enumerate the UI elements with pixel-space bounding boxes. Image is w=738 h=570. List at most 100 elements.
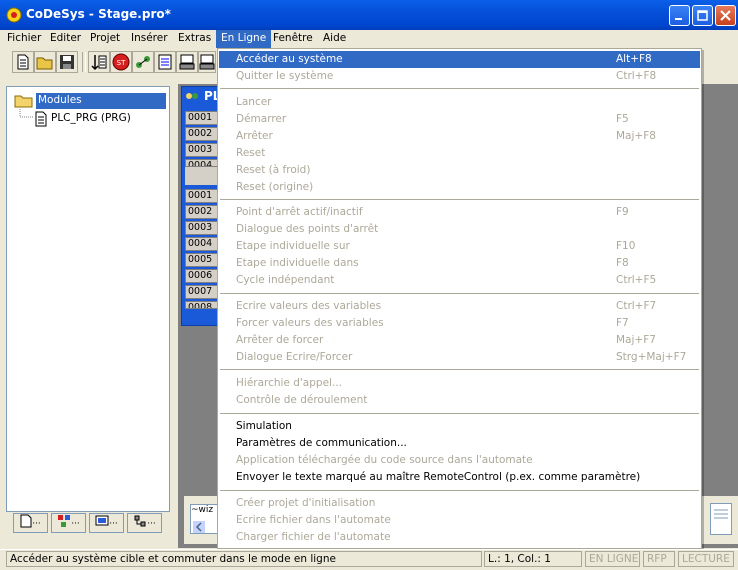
new-file-icon (17, 54, 29, 70)
menu-item-application-telechargee[interactable]: Application téléchargée du code source d… (219, 452, 700, 469)
build-button[interactable] (88, 51, 110, 73)
step-button[interactable] (154, 51, 176, 73)
menu-item-etape-individuelle-dans[interactable]: Etape individuelle dans F8 (219, 255, 700, 272)
tab-visualization[interactable]: ... (89, 513, 124, 533)
tab-datatypes-label: ... (71, 516, 80, 527)
menu-extras[interactable]: Extras (173, 30, 216, 48)
editor-splitter[interactable] (185, 167, 221, 185)
visualization-tab-icon (95, 515, 109, 526)
build-icon (91, 55, 107, 71)
menu-item-parametres-de-communication[interactable]: Paramètres de communication... (219, 435, 700, 452)
menu-item-ecrire-fichier-automate[interactable]: Ecrire fichier dans l'automate (219, 512, 700, 529)
line-number: 0004 (185, 237, 221, 251)
list-lines-icon (714, 509, 728, 519)
menu-item-charger-fichier-automate[interactable]: Charger fichier de l'automate (219, 529, 700, 546)
menu-separator (220, 490, 699, 491)
run-icon (136, 56, 150, 68)
svg-text:ST: ST (117, 59, 126, 67)
menu-item-simulation[interactable]: Simulation (219, 418, 700, 435)
menu-item-creer-projet-initialisation[interactable]: Créer projet d'initialisation (219, 495, 700, 512)
editor-window-icon (186, 93, 198, 99)
step-icon (158, 54, 172, 70)
menu-en-ligne[interactable]: En Ligne (216, 30, 272, 48)
menu-separator (220, 88, 699, 89)
logout-icon (199, 54, 215, 70)
line-number: 0004 (185, 159, 221, 167)
save-button[interactable] (56, 51, 78, 73)
menu-separator (220, 413, 699, 414)
tab-pous[interactable]: ... (13, 513, 48, 533)
line-number: 0003 (185, 143, 221, 157)
menu-item-arreter-de-forcer[interactable]: Arrêter de forcer Maj+F7 (219, 332, 700, 349)
minimize-button[interactable] (669, 5, 690, 26)
status-lecture: LECTURE (678, 551, 734, 567)
status-online: EN LIGNE (585, 551, 640, 567)
login-button[interactable] (176, 51, 198, 73)
tab-visualization-label: ... (109, 516, 118, 527)
line-number: 0002 (185, 127, 221, 141)
watch-expression-input[interactable]: ~wiz (190, 504, 220, 534)
menu-item-reset-origine[interactable]: Reset (origine) (219, 179, 700, 196)
line-number: 0002 (185, 205, 221, 219)
tree-connector (19, 109, 33, 118)
menu-fenetre[interactable]: Fenêtre (268, 30, 318, 48)
new-file-button[interactable] (12, 51, 34, 73)
pou-tab-icon (20, 514, 32, 528)
menu-projet[interactable]: Projet (85, 30, 125, 48)
menu-item-demarrer[interactable]: Démarrer F5 (219, 111, 700, 128)
line-number: 0001 (185, 111, 221, 125)
tree-node-modules-label: Modules (36, 93, 166, 109)
open-button[interactable] (34, 51, 56, 73)
menu-item-dialogue-ecrire-forcer[interactable]: Dialogue Ecrire/Forcer Strg+Maj+F7 (219, 349, 700, 366)
run-button[interactable] (132, 51, 154, 73)
scroll-left-icon[interactable] (193, 521, 205, 533)
menu-item-controle-de-deroulement[interactable]: Contrôle de déroulement (219, 392, 700, 409)
menu-item-acceder-au-systeme[interactable]: Accéder au système Alt+F8 (219, 51, 700, 68)
close-button[interactable] (715, 5, 736, 26)
stop-icon: ST (112, 53, 130, 71)
menu-item-ecrire-valeurs[interactable]: Ecrire valeurs des variables Ctrl+F7 (219, 298, 700, 315)
object-organizer-panel: Modules PLC_PRG (PRG) (6, 86, 170, 512)
plc-prg-editor-window[interactable]: PL 0001 0002 0003 0004 0001 0002 0003 00… (181, 86, 221, 326)
save-icon (60, 55, 74, 69)
menu-item-point-d-arret[interactable]: Point d'arrêt actif/inactif F9 (219, 204, 700, 221)
watch-list-scroll[interactable] (710, 503, 732, 535)
status-rfp: RFP (643, 551, 675, 567)
menu-item-arreter[interactable]: Arrêter Maj+F8 (219, 128, 700, 145)
tree-node-plc-prg-label: PLC_PRG (PRG) (51, 112, 131, 124)
status-cursor-position: L.: 1, Col.: 1 (484, 551, 582, 567)
tab-resources-label: ... (147, 516, 156, 527)
object-organizer-tabs: ... ... ... ... (13, 513, 168, 536)
menu-item-reset-a-froid[interactable]: Reset (à froid) (219, 162, 700, 179)
menu-separator (220, 369, 699, 370)
maximize-button[interactable] (692, 5, 713, 26)
menu-item-envoyer-texte-remotecontrol[interactable]: Envoyer le texte marqué au maître Remote… (219, 469, 700, 486)
tab-pous-label: ... (32, 516, 41, 527)
menu-inserer[interactable]: Insérer (126, 30, 173, 48)
menu-bar: Fichier Editer Projet Insérer Extras En … (0, 30, 738, 48)
menu-item-cycle-independant[interactable]: Cycle indépendant Ctrl+F5 (219, 272, 700, 289)
stop-button[interactable]: ST (110, 51, 132, 73)
menu-fichier[interactable]: Fichier (2, 30, 46, 48)
menu-item-forcer-valeurs[interactable]: Forcer valeurs des variables F7 (219, 315, 700, 332)
title-bar[interactable]: CoDeSys - Stage.pro* (0, 0, 738, 30)
menu-item-quitter-le-systeme[interactable]: Quitter le système Ctrl+F8 (219, 68, 700, 85)
menu-item-lancer[interactable]: Lancer (219, 94, 700, 111)
status-bar: Accéder au système cible et commuter dan… (0, 549, 738, 570)
menu-item-dialogue-points-d-arret[interactable]: Dialogue des points d'arrêt (219, 221, 700, 238)
tab-resources[interactable]: ... (127, 513, 162, 533)
line-number: 0008 (185, 301, 221, 309)
maximize-icon (697, 10, 708, 21)
line-number: 0007 (185, 285, 221, 299)
menu-item-hierarchie-d-appel[interactable]: Hiérarchie d'appel... (219, 375, 700, 392)
tab-datatypes[interactable]: ... (51, 513, 86, 533)
menu-item-reset[interactable]: Reset (219, 145, 700, 162)
menu-editer[interactable]: Editer (45, 30, 86, 48)
menu-separator (220, 293, 699, 294)
toolbar-separator (82, 52, 86, 72)
status-message: Accéder au système cible et commuter dan… (6, 551, 482, 567)
menu-item-etape-individuelle-sur[interactable]: Etape individuelle sur F10 (219, 238, 700, 255)
window-title: CoDeSys - Stage.pro* (26, 7, 171, 21)
menu-aide[interactable]: Aide (318, 30, 351, 48)
logout-button[interactable] (198, 51, 216, 73)
